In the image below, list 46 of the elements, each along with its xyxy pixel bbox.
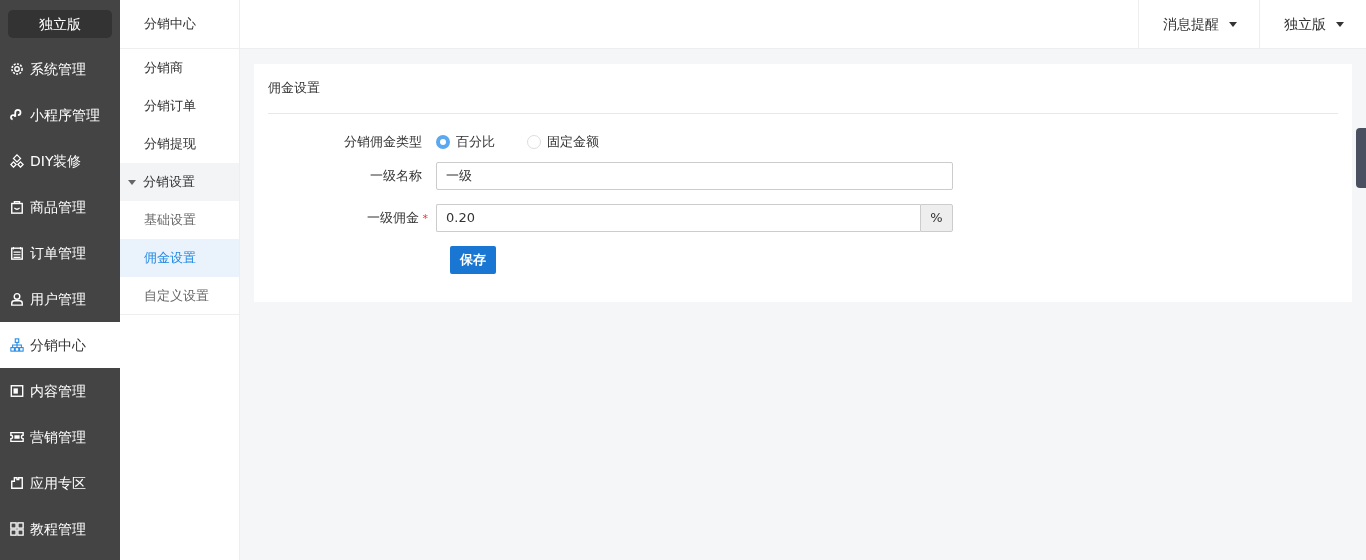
user-icon: [10, 292, 24, 306]
sidebar-item[interactable]: 系统管理: [0, 46, 120, 92]
submenu-title: 分销中心: [120, 0, 239, 49]
option-label: 固定金额: [547, 133, 599, 151]
radio-option[interactable]: 百分比: [436, 132, 495, 152]
submenu-item[interactable]: 分销商: [120, 49, 239, 87]
submenu-item[interactable]: 自定义设置: [120, 277, 239, 315]
brand-badge: 独立版: [8, 10, 112, 38]
sidebar-item[interactable]: 营销管理: [0, 414, 120, 460]
diamond-icon: [10, 154, 24, 168]
sidebar-item[interactable]: 用户管理: [0, 276, 120, 322]
puzzle-icon: [10, 476, 24, 490]
org-chart-icon: [10, 338, 24, 352]
sidebar-item[interactable]: 分销中心: [0, 322, 120, 368]
sidebar-item[interactable]: 订单管理: [0, 230, 120, 276]
radio-option[interactable]: 固定金额: [527, 132, 599, 152]
ticket-icon: [10, 430, 24, 444]
submenu-item[interactable]: 分销提现: [120, 125, 239, 163]
caret-icon: [128, 179, 136, 185]
sidebar-item[interactable]: 内容管理: [0, 368, 120, 414]
save-button[interactable]: 保存: [450, 245, 496, 274]
submenu-item[interactable]: 基础设置: [120, 201, 239, 239]
submenu-group[interactable]: 分销设置: [120, 163, 239, 201]
side-handle-icon[interactable]: [1356, 128, 1366, 188]
sidebar-item[interactable]: 教程管理: [0, 506, 120, 552]
panel-title: 佣金设置: [268, 64, 1338, 114]
input-addon: %: [920, 203, 953, 232]
field-label: 分销佣金类型: [343, 133, 423, 151]
radio-button[interactable]: [436, 134, 450, 149]
bag-icon: [10, 200, 24, 214]
sidebar-item[interactable]: 应用专区: [0, 460, 120, 506]
text-input[interactable]: 一级: [436, 161, 953, 190]
submenu-item[interactable]: 分销订单: [120, 87, 239, 125]
link-icon: [10, 108, 24, 122]
gear-icon: [10, 62, 24, 76]
sidebar-item[interactable]: DIY装修: [0, 138, 120, 184]
sidebar-item[interactable]: 小程序管理: [0, 92, 120, 138]
calendar-icon: [10, 246, 24, 260]
field-label: 一级佣金: [366, 209, 419, 225]
required-mark: *: [422, 211, 428, 225]
number-input[interactable]: 0.20: [436, 203, 920, 232]
sidebar-item[interactable]: 商品管理: [0, 184, 120, 230]
grid-icon: [10, 522, 24, 536]
field-label: 一级名称: [369, 166, 423, 185]
panel-icon: [10, 384, 24, 398]
option-label: 百分比: [456, 133, 495, 151]
